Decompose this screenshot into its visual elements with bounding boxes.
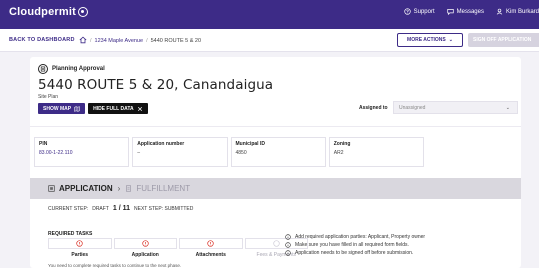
current-step-label: CURRENT STEP: <box>48 205 89 212</box>
info-municipal-id: Municipal ID 4850 <box>230 137 326 167</box>
top-nav: Support Messages Kim Burkard <box>403 8 539 15</box>
message-icon <box>446 9 454 15</box>
breadcrumb-property[interactable]: 1234 Maple Avenue <box>95 38 144 44</box>
current-step-value: DRAFT <box>92 205 109 212</box>
pending-circle-icon <box>273 240 280 247</box>
info-label: Application number <box>137 141 185 147</box>
error-icon <box>142 240 149 247</box>
task-application[interactable]: Application <box>113 238 177 258</box>
property-info: PIN 83.00-1-22.110 Application number – … <box>34 137 424 167</box>
sign-off-label: SIGN OFF APPLICATION <box>473 37 532 43</box>
show-map-label: SHOW MAP <box>43 105 72 112</box>
required-tasks: Parties Application Attachments Fees & P… <box>48 238 308 258</box>
user-menu[interactable]: Kim Burkard <box>496 8 539 15</box>
user-icon <box>496 8 503 15</box>
permit-actions: SHOW MAP HIDE FULL DATA <box>38 103 148 114</box>
breadcrumb-separator: / <box>146 38 148 44</box>
brand-name: Cloudpermit <box>9 6 76 18</box>
tab-application-label: APPLICATION <box>59 184 113 193</box>
show-map-button[interactable]: SHOW MAP <box>38 103 86 114</box>
top-bar: Cloudpermit Support Messages Kim Burkard <box>0 0 539 29</box>
back-to-dashboard-link[interactable]: BACK TO DASHBOARD <box>9 37 75 43</box>
breadcrumb: / 1234 Maple Avenue / 5440 ROUTE 5 & 20 <box>79 36 201 46</box>
info-label: PIN <box>39 141 48 147</box>
planning-icon <box>38 64 48 74</box>
sign-off-application-button[interactable]: SIGN OFF APPLICATION <box>468 33 539 47</box>
messages-label: Messages <box>456 8 484 15</box>
info-value: AR2 <box>333 150 344 156</box>
permit-type: Planning Approval <box>38 64 105 74</box>
required-tasks-title: REQUIRED TASKS <box>48 231 93 237</box>
hint-item: Application needs to be signed off befor… <box>285 249 425 257</box>
chevron-down-icon: ⌄ <box>448 37 453 43</box>
info-label: Municipal ID <box>235 141 265 147</box>
info-value: – <box>137 150 141 156</box>
user-name: Kim Burkard <box>505 8 539 15</box>
info-icon <box>285 234 291 240</box>
hint-text: Make sure you have filled in all require… <box>295 242 409 248</box>
info-value: 4850 <box>235 150 247 156</box>
assigned-to-select[interactable]: Unassigned ⌄ <box>393 101 518 114</box>
tab-fulfillment[interactable]: FULFILLMENT <box>125 184 190 193</box>
messages-link[interactable]: Messages <box>446 8 484 15</box>
hint-item: Make sure you have filled in all require… <box>285 241 425 249</box>
task-status <box>113 238 177 249</box>
help-circle-icon <box>403 8 411 15</box>
permit-subtitle: Site Plan <box>38 94 59 100</box>
task-status <box>179 238 243 249</box>
breadcrumb-bar: BACK TO DASHBOARD / 1234 Maple Avenue / … <box>0 29 539 52</box>
more-actions-label: MORE ACTIONS <box>407 37 446 43</box>
error-icon <box>207 240 214 247</box>
permit-card: Planning Approval 5440 ROUTE 5 & 20, Can… <box>30 57 521 268</box>
more-actions-button[interactable]: MORE ACTIONS ⌄ <box>397 33 463 47</box>
hint-item: Add required application parties: Applic… <box>285 233 425 241</box>
assigned-to-label: Assigned to <box>359 105 388 111</box>
map-icon <box>74 105 80 112</box>
assigned-to-value: Unassigned <box>399 104 426 111</box>
pin-link[interactable]: 83.00-1-22.110 <box>39 150 124 156</box>
task-label: Attachments <box>195 252 226 258</box>
chevron-down-icon: ⌄ <box>505 105 510 111</box>
tab-application[interactable]: APPLICATION <box>48 184 113 193</box>
step-count: 1 / 11 <box>112 205 131 212</box>
close-icon <box>137 106 142 111</box>
info-icon <box>285 250 291 256</box>
required-tasks-footnote: You need to complete required tasks to c… <box>48 263 182 268</box>
info-pin: PIN 83.00-1-22.110 <box>34 137 130 167</box>
chevron-right-icon: › <box>117 184 121 193</box>
task-hints: Add required application parties: Applic… <box>285 233 425 257</box>
phase-strip: APPLICATION › FULFILLMENT <box>30 178 521 199</box>
page-title: 5440 ROUTE 5 & 20, Canandaigua <box>38 77 274 93</box>
hide-full-data-label: HIDE FULL DATA <box>93 105 134 112</box>
info-application-number: Application number – <box>132 137 228 167</box>
error-icon <box>76 240 83 247</box>
support-link[interactable]: Support <box>403 8 435 15</box>
task-attachments[interactable]: Attachments <box>179 238 243 258</box>
task-label: Parties <box>71 252 89 258</box>
hide-full-data-button[interactable]: HIDE FULL DATA <box>88 103 148 114</box>
support-label: Support <box>413 8 435 15</box>
hint-text: Application needs to be signed off befor… <box>295 250 414 256</box>
task-status <box>48 238 112 249</box>
document-list-icon <box>48 185 55 192</box>
step-status: CURRENT STEP: DRAFT 1 / 11 NEXT STEP: SU… <box>48 205 193 212</box>
task-label: Application <box>131 252 159 258</box>
info-label: Zoning <box>333 141 351 147</box>
next-step-label: NEXT STEP: SUBMITTED <box>134 205 194 212</box>
document-icon <box>126 185 132 192</box>
info-icon <box>285 242 291 248</box>
brand-mark-icon <box>77 7 88 17</box>
brand-logo[interactable]: Cloudpermit <box>9 6 88 18</box>
tab-fulfillment-label: FULFILLMENT <box>136 184 191 193</box>
home-icon[interactable] <box>79 36 87 46</box>
breadcrumb-separator: / <box>90 38 92 44</box>
divider <box>30 126 521 127</box>
permit-type-label: Planning Approval <box>52 66 105 72</box>
info-zoning: Zoning AR2 <box>328 137 424 167</box>
breadcrumb-current: 5440 ROUTE 5 & 20 <box>150 38 202 44</box>
task-parties[interactable]: Parties <box>48 238 112 258</box>
hint-text: Add required application parties: Applic… <box>295 234 426 240</box>
